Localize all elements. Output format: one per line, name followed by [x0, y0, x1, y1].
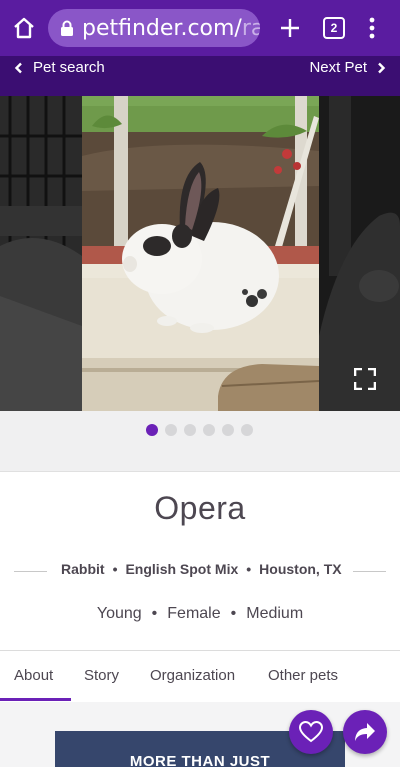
home-icon[interactable] [10, 14, 38, 42]
share-button[interactable] [343, 710, 387, 754]
divider-line [14, 571, 47, 572]
bullet-separator: • [230, 605, 237, 622]
tab-other-pets[interactable]: Other pets [268, 667, 338, 684]
section-tabs: About Story Organization Other pets [0, 650, 400, 703]
rabbit-photo[interactable] [82, 96, 319, 411]
active-tab-indicator [0, 698, 71, 701]
url-text: petfinder.com/ra [82, 15, 260, 41]
breed-items: Rabbit • English Spot Mix • Houston, TX [61, 561, 342, 577]
next-pet-link[interactable]: Next Pet [309, 59, 386, 76]
tab-switcher-button[interactable]: 2 [323, 17, 345, 39]
photo-gallery[interactable] [0, 96, 400, 411]
fullscreen-expand-icon[interactable] [354, 368, 376, 390]
bullet-separator: • [151, 605, 158, 622]
pet-name: Opera [154, 490, 246, 526]
banner-text: MORE THAN JUST [129, 753, 271, 767]
pager-dot[interactable] [146, 424, 158, 436]
lock-icon [61, 20, 73, 36]
tab-story[interactable]: Story [84, 667, 119, 684]
pet-navigation-bar: Pet search Next Pet [0, 56, 400, 96]
tab-organization[interactable]: Organization [150, 667, 235, 684]
tab-about[interactable]: About [14, 667, 53, 684]
species-breed-location-row: Rabbit • English Spot Mix • Houston, TX [0, 561, 400, 583]
next-label: Next Pet [309, 59, 367, 76]
bullet-separator: • [246, 561, 252, 577]
gallery-pager [0, 411, 400, 472]
pet-breed: English Spot Mix [125, 561, 239, 577]
pager-dot[interactable] [203, 424, 215, 436]
pager-dot[interactable] [184, 424, 196, 436]
pager-dot[interactable] [241, 424, 253, 436]
share-arrow-icon [355, 723, 375, 741]
pet-search-back-link[interactable]: Pet search [14, 59, 105, 76]
previous-photo-image[interactable] [0, 96, 82, 411]
pet-size: Medium [246, 605, 304, 622]
more-menu-icon[interactable] [364, 14, 380, 42]
browser-toolbar: petfinder.com/ra 2 [0, 0, 400, 56]
pager-dot[interactable] [222, 424, 234, 436]
new-tab-icon[interactable] [276, 14, 304, 42]
pet-sex: Female [167, 605, 221, 622]
chevron-left-icon [14, 62, 22, 73]
pet-location: Houston, TX [259, 561, 342, 577]
next-photo-image[interactable] [319, 96, 400, 411]
age-sex-size-row: Young • Female • Medium [0, 605, 400, 623]
favorite-button[interactable] [289, 710, 333, 754]
pet-age: Young [96, 605, 142, 622]
pager-dot[interactable] [165, 424, 177, 436]
address-bar[interactable]: petfinder.com/ra [48, 9, 260, 47]
about-section: MORE THAN JUST [0, 702, 400, 767]
bullet-separator: • [112, 561, 118, 577]
back-label: Pet search [33, 59, 105, 76]
heart-icon [299, 721, 323, 743]
divider-line [353, 571, 386, 572]
pager-dots [146, 424, 253, 436]
pet-species: Rabbit [61, 561, 105, 577]
chevron-right-icon [378, 62, 386, 73]
